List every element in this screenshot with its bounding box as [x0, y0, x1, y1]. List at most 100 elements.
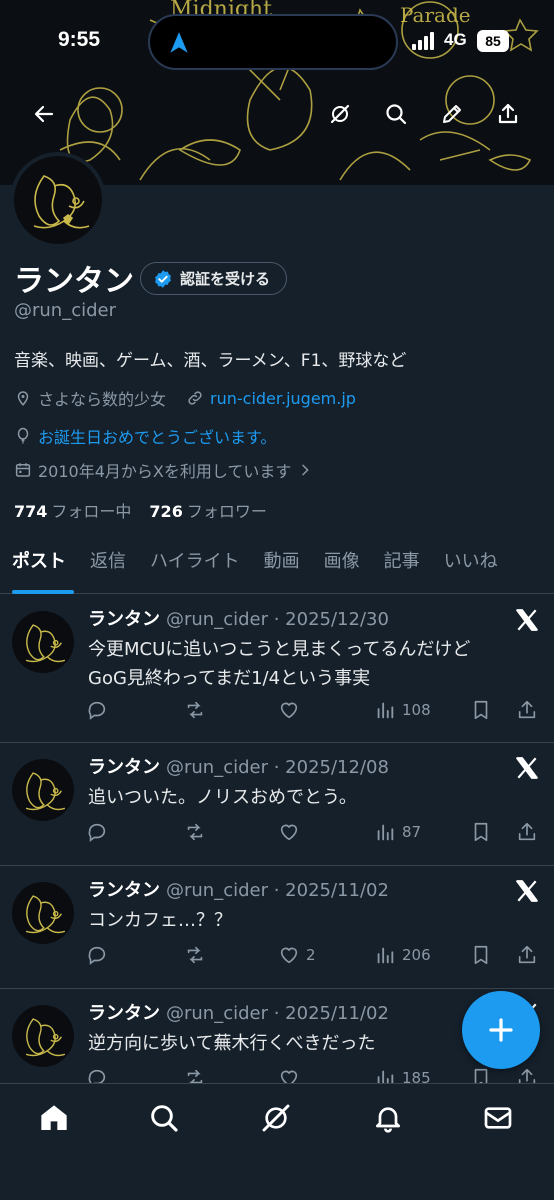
link-icon	[188, 391, 202, 405]
profile-location: さよなら数的少女	[38, 390, 167, 409]
views-button[interactable]: 87	[374, 821, 421, 843]
edit-button[interactable]	[432, 94, 472, 134]
repost-button[interactable]	[184, 821, 206, 843]
like-button[interactable]	[278, 821, 306, 843]
repost-icon	[187, 823, 203, 841]
back-arrow-icon	[34, 105, 54, 123]
views-button[interactable]: 206	[374, 944, 431, 966]
repost-button[interactable]	[184, 699, 206, 721]
get-verified-label: 認証を受ける	[180, 270, 271, 288]
following-label: フォロー中	[51, 502, 132, 521]
share-button[interactable]	[516, 821, 538, 843]
post-actions: 87	[86, 821, 546, 849]
bookmark-button[interactable]	[470, 944, 492, 966]
post-text-line: 逆方向に歩いて蕪木行くべきだった	[88, 1033, 376, 1054]
x-logo-icon	[516, 757, 538, 779]
post-text-line: 今更MCUに追いつこうと見まくってるんだけど	[88, 639, 471, 660]
bookmark-button[interactable]	[470, 699, 492, 721]
grok-button[interactable]	[320, 94, 360, 134]
post-text-line: コンカフェ…？？	[88, 910, 232, 931]
avatar-image	[25, 624, 66, 663]
share-button[interactable]	[488, 94, 528, 134]
avatar-image	[33, 175, 90, 229]
nav-search[interactable]	[148, 1102, 184, 1138]
post-author[interactable]: ランタン	[88, 757, 160, 778]
avatar-image	[25, 895, 66, 934]
post-text-line: GoG見終わってまだ1/4という事実	[88, 668, 371, 689]
profile-avatar[interactable]	[10, 152, 106, 248]
repost-button[interactable]	[184, 944, 206, 966]
tab-photos[interactable]: 画像	[312, 540, 372, 594]
post-avatar[interactable]	[12, 1005, 74, 1067]
post-item[interactable]: ランタン @run_cider · 2025/12/08 追いついた。ノリスおめでと…	[0, 743, 554, 866]
nav-messages[interactable]	[482, 1102, 518, 1138]
post-item[interactable]: ランタン @run_cider · 2025/12/30 今更MCUに追いつこうと見…	[0, 595, 554, 743]
followers-stat[interactable]: 726 フォロワー	[149, 498, 266, 522]
get-verified-button[interactable]: 認証を受ける	[140, 262, 288, 295]
post-avatar[interactable]	[12, 759, 74, 821]
notifications-icon	[376, 1107, 400, 1133]
bookmark-button[interactable]	[470, 821, 492, 843]
nav-notifications[interactable]	[372, 1102, 408, 1138]
navigation-arrow-icon	[170, 32, 188, 53]
post-author[interactable]: ランタン	[88, 880, 160, 901]
profile-handle: @run_cider	[14, 300, 117, 321]
like-button[interactable]: 2	[278, 944, 316, 966]
bookmark-icon	[474, 945, 488, 965]
post-header: ランタン @run_cider · 2025/12/30	[88, 605, 389, 631]
views-button[interactable]: 108	[374, 699, 431, 721]
post-avatar[interactable]	[12, 882, 74, 944]
nav-home[interactable]	[38, 1102, 74, 1138]
share-button[interactable]	[516, 944, 538, 966]
like-count: 2	[306, 946, 316, 964]
bookmark-icon	[474, 700, 488, 720]
post-item[interactable]: ランタン @run_cider · 2025/11/02 コンカフェ…？？ 2 206	[0, 866, 554, 989]
like-icon	[280, 702, 298, 719]
tab-videos[interactable]: 動画	[252, 540, 312, 594]
reply-button[interactable]	[86, 821, 108, 843]
post-text: 逆方向に歩いて蕪木行くべきだった	[88, 1029, 375, 1058]
tab-posts[interactable]: ポスト	[0, 540, 78, 594]
share-icon	[518, 945, 536, 964]
post-text-line: 追いついた。ノリスおめでとう。	[88, 787, 357, 808]
avatar-image	[25, 1018, 66, 1057]
back-button[interactable]	[24, 94, 64, 134]
reply-icon	[88, 701, 106, 720]
tab-likes[interactable]: いいね	[432, 540, 510, 594]
followers-count: 726	[149, 502, 183, 521]
share-button[interactable]	[516, 699, 538, 721]
like-button[interactable]	[278, 699, 306, 721]
follow-stats: 774 フォロー中 726 フォロワー	[14, 498, 267, 522]
avatar-image	[25, 772, 66, 811]
home-icon	[41, 1105, 67, 1130]
compose-post-button[interactable]	[462, 991, 540, 1069]
profile-joined-date: 2010年4月からXを利用しています	[38, 462, 292, 481]
share-icon	[518, 700, 536, 719]
profile-bio: 音楽、映画、ゲーム、酒、ラーメン、F1、野球など	[14, 351, 407, 371]
post-author[interactable]: ランタン	[88, 609, 160, 630]
grok-icon	[330, 104, 350, 124]
tab-highlights[interactable]: ハイライト	[138, 540, 252, 594]
location-icon	[17, 391, 29, 406]
reply-button[interactable]	[86, 944, 108, 966]
search-icon	[151, 1105, 178, 1132]
post-meta: @run_cider · 2025/11/02	[166, 880, 389, 901]
tab-replies[interactable]: 返信	[78, 540, 138, 594]
following-stat[interactable]: 774 フォロー中	[14, 498, 131, 522]
balloon-icon	[17, 427, 29, 444]
view-count: 108	[402, 701, 431, 719]
post-header: ランタン @run_cider · 2025/12/08	[88, 753, 389, 779]
tab-articles[interactable]: 記事	[372, 540, 432, 594]
post-text: 今更MCUに追いつこうと見まくってるんだけど GoG見終わってまだ1/4という事実	[88, 635, 470, 693]
x-logo-icon	[516, 880, 538, 902]
post-text: コンカフェ…？？	[88, 906, 232, 935]
profile-website-link[interactable]: run-cider.jugem.jp	[210, 389, 356, 408]
post-avatar[interactable]	[12, 611, 74, 673]
nav-grok[interactable]	[260, 1102, 296, 1138]
profile-birthday[interactable]: お誕生日おめでとうございます。	[38, 424, 276, 448]
search-button[interactable]	[376, 94, 416, 134]
profile-joined-row[interactable]: 2010年4月からXを利用しています	[14, 458, 313, 482]
post-author[interactable]: ランタン	[88, 1003, 160, 1024]
reply-button[interactable]	[86, 699, 108, 721]
following-count: 774	[14, 502, 48, 521]
